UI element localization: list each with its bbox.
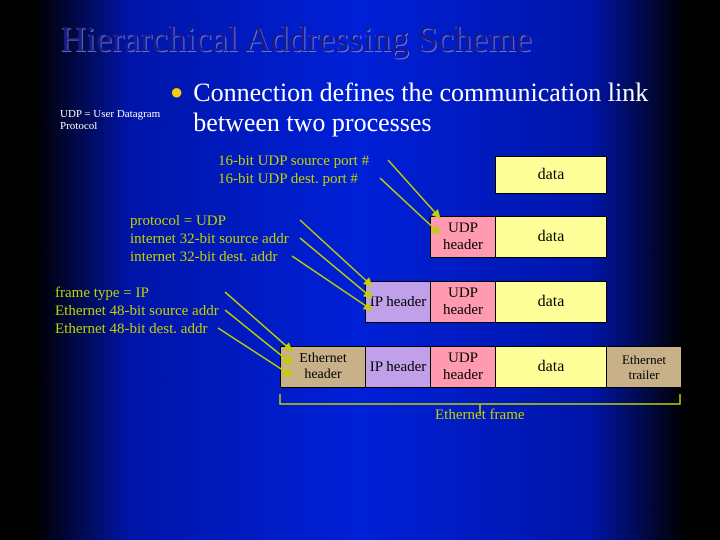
bullet-row: UDP = User Datagram Protocol ● Connectio… (0, 60, 720, 138)
ann-ip-src: internet 32-bit source addr (130, 230, 289, 248)
data-box-3: data (495, 281, 607, 323)
udp-header-box-4: UDP header (430, 346, 496, 388)
ethernet-header-box: Ethernet header (280, 346, 366, 388)
bullet-text: Connection defines the communication lin… (193, 78, 680, 138)
bullet-icon: ● (168, 78, 193, 106)
ann-frame: Ethernet frame (435, 406, 525, 424)
ip-header-box-4: IP header (365, 346, 431, 388)
ann-proto: protocol = UDP (130, 212, 226, 230)
ann-udp-dst: 16-bit UDP dest. port # (218, 170, 358, 188)
udp-header-box-3: UDP header (430, 281, 496, 323)
ip-header-box-3: IP header (365, 281, 431, 323)
data-box-4: data (495, 346, 607, 388)
ann-ip-dst: internet 32-bit dest. addr (130, 248, 277, 266)
data-box-1: data (495, 156, 607, 194)
data-box-2: data (495, 216, 607, 258)
ann-ftype: frame type = IP (55, 284, 149, 302)
ann-udp-src: 16-bit UDP source port # (218, 152, 369, 170)
ethernet-trailer-box: Ethernet trailer (606, 346, 682, 388)
slide-title: Hierarchical Addressing Scheme (0, 0, 720, 60)
diagram: data UDP header data IP header UDP heade… (0, 146, 720, 476)
udp-header-box-2: UDP header (430, 216, 496, 258)
side-note: UDP = User Datagram Protocol (60, 78, 168, 132)
ann-eth-src: Ethernet 48-bit source addr (55, 302, 219, 320)
ann-eth-dst: Ethernet 48-bit dest. addr (55, 320, 207, 338)
